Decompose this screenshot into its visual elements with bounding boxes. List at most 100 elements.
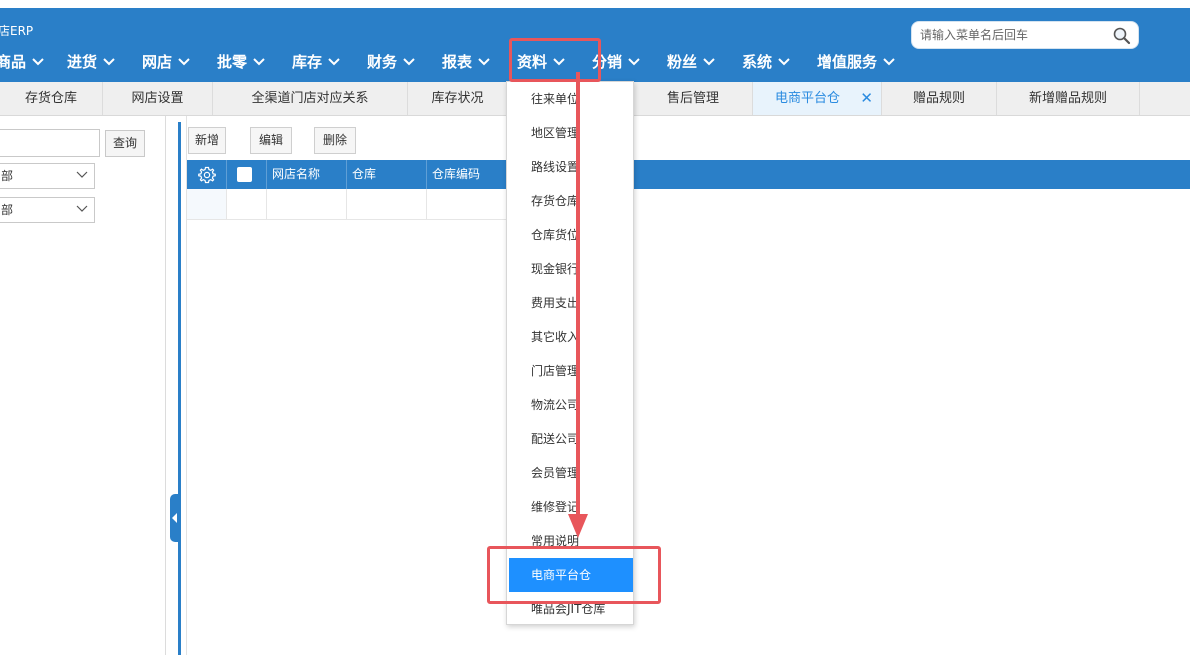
collapse-panel-handle[interactable] [170,494,181,542]
menu-fans[interactable]: 粉丝 [667,51,715,75]
main-content: 新增 编辑 删除 网店名称 仓库 仓库编码 [186,116,1190,655]
chevron-down-icon [328,58,340,66]
dropdown-item-ecommerce-warehouse[interactable]: 电商平台仓 [509,558,633,592]
menu-purchase[interactable]: 进货 [67,51,115,75]
menu-label: 粉丝 [667,53,698,71]
menu-value-added[interactable]: 增值服务 [817,51,895,75]
tab-inventory-status[interactable]: 库存状况 [408,82,508,115]
dropdown-item-cash-bank[interactable]: 现金银行 [507,252,633,286]
panel-splitter[interactable] [178,122,181,655]
dropdown-item-stock-warehouse[interactable]: 存货仓库 [507,184,633,218]
menu-reports[interactable]: 报表 [442,51,490,75]
chevron-down-icon [628,58,640,66]
menu-label: 商品 [0,53,27,71]
search-icon[interactable] [1112,26,1132,46]
row-cell [427,189,507,219]
tab-label: 存货仓库 [24,91,77,106]
master-data-dropdown: 往来单位 地区管理 路线设置 存货仓库 仓库货位 现金银行 费用支出 其它收入 … [506,81,634,625]
menu-label: 系统 [742,53,773,71]
column-store-name[interactable]: 网店名称 [267,160,347,189]
menu-label: 报表 [442,53,473,71]
chevron-down-icon [76,205,88,212]
top-navbar: 店ERP 商品 进货 网店 批零 库存 财务 报表 资料 分销 粉丝 系统 增值… [0,8,1190,82]
chevron-down-icon [403,58,415,66]
tab-ecommerce-warehouse[interactable]: 电商平台仓 ✕ [753,82,882,115]
menu-label: 增值服务 [817,53,878,71]
chevron-down-icon [703,58,715,66]
close-icon[interactable]: ✕ [860,82,873,115]
dropdown-item-logistics[interactable]: 物流公司 [507,388,633,422]
annotation-arrow-head [568,514,588,538]
dropdown-item-delivery[interactable]: 配送公司 [507,422,633,456]
dropdown-item-regions[interactable]: 地区管理 [507,116,633,150]
dropdown-item-vip-jit-warehouse[interactable]: 唯品会JIT仓库 [507,592,633,626]
menu-label: 分销 [592,53,623,71]
tab-label: 网店设置 [131,91,184,106]
menu-label: 财务 [367,53,398,71]
tab-after-sales[interactable]: 售后管理 [634,82,753,115]
column-warehouse-code[interactable]: 仓库编码 [427,160,507,189]
dropdown-item-other-income[interactable]: 其它收入 [507,320,633,354]
tab-new-gift-rule[interactable]: 新增赠品规则 [997,82,1140,115]
row-cell [347,189,427,219]
column-warehouse[interactable]: 仓库 [347,160,427,189]
tab-label: 全渠道门店对应关系 [251,91,369,106]
menu-label: 资料 [517,53,548,71]
annotation-arrow [576,72,580,517]
tab-label: 售后管理 [666,91,719,106]
delete-button[interactable]: 删除 [314,127,356,154]
grid-settings-cell[interactable] [187,160,227,189]
chevron-down-icon [76,171,88,178]
tab-label: 电商平台仓 [775,91,841,106]
dropdown-item-members[interactable]: 会员管理 [507,456,633,490]
chevron-down-icon [778,58,790,66]
chevron-down-icon [883,58,895,66]
dropdown-item-expenses[interactable]: 费用支出 [507,286,633,320]
filter-panel: 查询 部 部 [0,116,166,655]
tab-label: 库存状况 [431,91,484,106]
menu-goods[interactable]: 商品 [0,51,44,75]
gear-icon[interactable] [198,166,216,184]
menu-wholesale-retail[interactable]: 批零 [217,51,265,75]
menu-system[interactable]: 系统 [742,51,790,75]
menu-label: 进货 [67,53,98,71]
grid-header: 网店名称 仓库 仓库编码 [187,160,1190,189]
menu-finance[interactable]: 财务 [367,51,415,75]
select-all-checkbox[interactable] [237,167,252,182]
chevron-down-icon [178,58,190,66]
edit-button[interactable]: 编辑 [250,127,292,154]
menu-master-data[interactable]: 资料 [517,51,565,75]
tab-label: 赠品规则 [912,91,965,106]
menu-distribution[interactable]: 分销 [592,51,640,75]
add-button[interactable]: 新增 [188,127,226,154]
dropdown-item-routes[interactable]: 路线设置 [507,150,633,184]
select-value: 部 [1,169,14,183]
filter-select-2[interactable]: 部 [0,197,95,223]
chevron-down-icon [553,58,565,66]
grid-select-all-cell [227,160,267,189]
menu-online-store[interactable]: 网店 [142,51,190,75]
tab-gift-rules[interactable]: 赠品规则 [882,82,997,115]
select-value: 部 [1,203,14,217]
chevron-down-icon [478,58,490,66]
menu-label: 批零 [217,53,248,71]
tab-omni-channel-mapping[interactable]: 全渠道门店对应关系 [213,82,408,115]
menu-inventory[interactable]: 库存 [292,51,340,75]
tab-stock-warehouse[interactable]: 存货仓库 [0,82,103,115]
app-title: 店ERP [0,24,34,38]
filter-keyword-input[interactable] [0,129,100,157]
dropdown-item-store-management[interactable]: 门店管理 [507,354,633,388]
table-row [187,189,507,220]
query-button[interactable]: 查询 [105,130,145,157]
chevron-down-icon [253,58,265,66]
filter-select-1[interactable]: 部 [0,163,95,189]
row-cell [187,189,227,219]
tab-store-settings[interactable]: 网店设置 [103,82,213,115]
chevron-down-icon [32,58,44,66]
menu-search-input[interactable] [920,26,1100,44]
menu-search-box[interactable] [911,21,1139,49]
chevron-down-icon [103,58,115,66]
dropdown-item-bin-locations[interactable]: 仓库货位 [507,218,633,252]
tab-label: 新增赠品规则 [1028,91,1107,106]
dropdown-item-partners[interactable]: 往来单位 [507,82,633,116]
